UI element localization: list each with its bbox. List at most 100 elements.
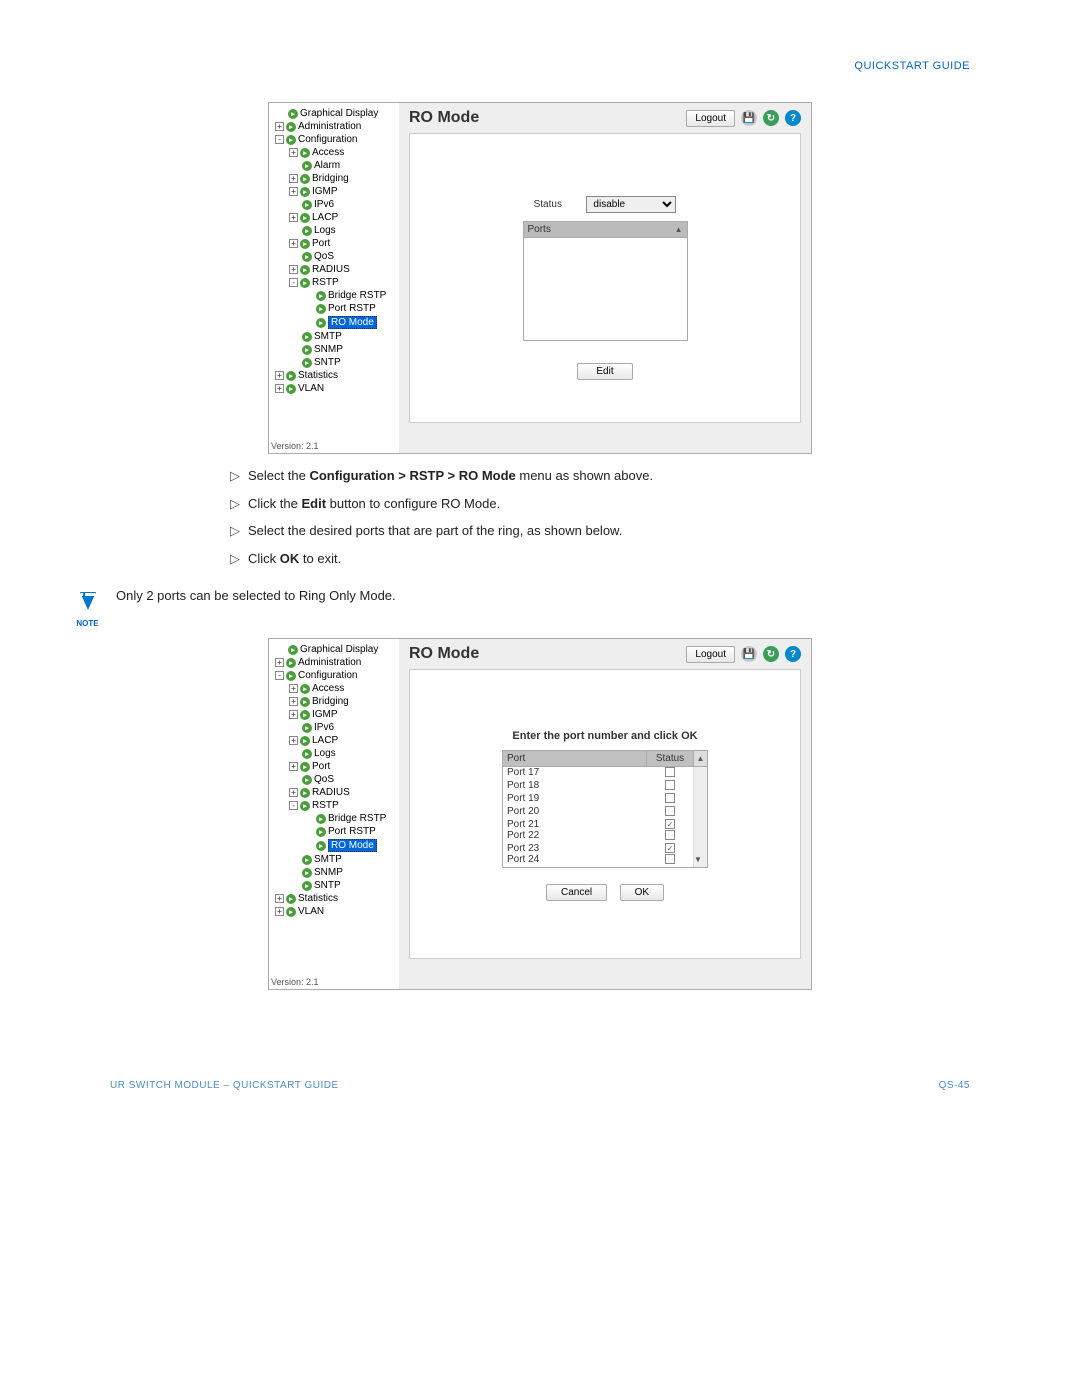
tree-expander-icon[interactable]: +: [289, 788, 298, 797]
tree-label[interactable]: Administration: [298, 657, 361, 668]
tree-item[interactable]: ▸Logs: [271, 747, 396, 760]
tree-item[interactable]: +▸Statistics: [271, 892, 396, 905]
tree-expander-icon[interactable]: +: [289, 239, 298, 248]
tree-item[interactable]: ▸Logs: [271, 224, 396, 237]
tree-item[interactable]: ▸RO Mode: [271, 315, 396, 330]
port-row[interactable]: Port 24▼: [503, 854, 707, 867]
port-checkbox[interactable]: [665, 767, 675, 777]
tree-label[interactable]: Logs: [314, 225, 336, 236]
tree-expander-icon[interactable]: +: [275, 384, 284, 393]
tree-item[interactable]: ▸Bridge RSTP: [271, 289, 396, 302]
tree-label[interactable]: Configuration: [298, 670, 357, 681]
tree-item[interactable]: +▸RADIUS: [271, 263, 396, 276]
cancel-button[interactable]: Cancel: [546, 884, 607, 901]
tree-label[interactable]: SMTP: [314, 331, 342, 342]
tree-item[interactable]: ▸Port RSTP: [271, 825, 396, 838]
tree-label[interactable]: Graphical Display: [300, 108, 378, 119]
tree-item[interactable]: ▸SNTP: [271, 879, 396, 892]
tree-expander-icon[interactable]: +: [289, 762, 298, 771]
tree-item[interactable]: ▸QoS: [271, 773, 396, 786]
port-table[interactable]: Port Status ▲ Port 17Port 18Port 19Port …: [502, 750, 708, 868]
tree-label[interactable]: Administration: [298, 121, 361, 132]
tree-label[interactable]: SNMP: [314, 867, 343, 878]
logout-button[interactable]: Logout: [686, 110, 735, 127]
tree-item[interactable]: +▸IGMP: [271, 185, 396, 198]
tree-item[interactable]: +▸Port: [271, 237, 396, 250]
tree-item[interactable]: ▸SNMP: [271, 866, 396, 879]
tree-item[interactable]: -▸RSTP: [271, 799, 396, 812]
tree-expander-icon[interactable]: +: [275, 907, 284, 916]
tree-expander-icon[interactable]: +: [289, 187, 298, 196]
scroll-down-icon[interactable]: ▼: [694, 855, 702, 864]
tree-item[interactable]: +▸Port: [271, 760, 396, 773]
tree-label[interactable]: RSTP: [312, 277, 339, 288]
port-checkbox[interactable]: [665, 830, 675, 840]
port-checkbox[interactable]: [665, 780, 675, 790]
port-checkbox[interactable]: [665, 806, 675, 816]
tree-expander-icon[interactable]: -: [289, 278, 298, 287]
tree-label[interactable]: IGMP: [312, 709, 338, 720]
tree-item[interactable]: +▸LACP: [271, 734, 396, 747]
tree-item[interactable]: ▸IPv6: [271, 198, 396, 211]
tree-item[interactable]: ▸IPv6: [271, 721, 396, 734]
save-icon[interactable]: 💾: [741, 110, 757, 126]
tree-expander-icon[interactable]: +: [275, 371, 284, 380]
tree-label[interactable]: Port RSTP: [328, 826, 376, 837]
status-select[interactable]: disable: [586, 196, 676, 213]
refresh-icon[interactable]: ↻: [763, 646, 779, 662]
tree-label[interactable]: RSTP: [312, 800, 339, 811]
port-checkbox[interactable]: [665, 854, 675, 864]
tree-label[interactable]: SNMP: [314, 344, 343, 355]
tree-label[interactable]: RO Mode: [328, 839, 377, 852]
tree-item[interactable]: ▸Graphical Display: [271, 107, 396, 120]
tree-label[interactable]: Alarm: [314, 160, 340, 171]
tree-item[interactable]: -▸RSTP: [271, 276, 396, 289]
scroll-up-icon[interactable]: ▲: [675, 225, 683, 234]
tree-expander-icon[interactable]: -: [275, 671, 284, 680]
tree-expander-icon[interactable]: +: [289, 710, 298, 719]
tree-item[interactable]: +▸Access: [271, 146, 396, 159]
tree-label[interactable]: RO Mode: [328, 316, 377, 329]
tree-expander-icon[interactable]: +: [289, 697, 298, 706]
tree-expander-icon[interactable]: -: [289, 801, 298, 810]
tree-item[interactable]: -▸Configuration: [271, 669, 396, 682]
logout-button[interactable]: Logout: [686, 646, 735, 663]
edit-button[interactable]: Edit: [577, 363, 632, 380]
tree-item[interactable]: ▸SNTP: [271, 356, 396, 369]
tree-item[interactable]: +▸Administration: [271, 656, 396, 669]
tree-expander-icon[interactable]: -: [275, 135, 284, 144]
port-row[interactable]: Port 22: [503, 830, 707, 843]
tree-item[interactable]: +▸Statistics: [271, 369, 396, 382]
tree-label[interactable]: Bridge RSTP: [328, 813, 386, 824]
tree-expander-icon[interactable]: +: [289, 213, 298, 222]
tree-label[interactable]: IPv6: [314, 722, 334, 733]
ports-listbox[interactable]: Ports ▲: [523, 221, 688, 341]
tree-expander-icon[interactable]: +: [289, 684, 298, 693]
tree-item[interactable]: +▸VLAN: [271, 382, 396, 395]
tree-expander-icon[interactable]: +: [275, 658, 284, 667]
tree-label[interactable]: Statistics: [298, 893, 338, 904]
port-checkbox[interactable]: [665, 793, 675, 803]
tree-item[interactable]: +▸RADIUS: [271, 786, 396, 799]
tree-item[interactable]: ▸SMTP: [271, 853, 396, 866]
tree-label[interactable]: Graphical Display: [300, 644, 378, 655]
port-checkbox[interactable]: ✓: [665, 843, 675, 853]
tree-item[interactable]: ▸SMTP: [271, 330, 396, 343]
tree-item[interactable]: +▸LACP: [271, 211, 396, 224]
tree-label[interactable]: Access: [312, 683, 344, 694]
scroll-up-icon[interactable]: ▲: [697, 754, 705, 763]
tree-item[interactable]: ▸Graphical Display: [271, 643, 396, 656]
tree-label[interactable]: Statistics: [298, 370, 338, 381]
tree-label[interactable]: Bridge RSTP: [328, 290, 386, 301]
tree-label[interactable]: SNTP: [314, 880, 341, 891]
tree-item[interactable]: ▸SNMP: [271, 343, 396, 356]
tree-item[interactable]: ▸Alarm: [271, 159, 396, 172]
tree-expander-icon[interactable]: +: [275, 894, 284, 903]
tree-label[interactable]: RADIUS: [312, 264, 350, 275]
help-icon[interactable]: ?: [785, 110, 801, 126]
tree-label[interactable]: QoS: [314, 251, 334, 262]
tree-item[interactable]: ▸RO Mode: [271, 838, 396, 853]
tree-label[interactable]: SMTP: [314, 854, 342, 865]
tree-label[interactable]: QoS: [314, 774, 334, 785]
ok-button[interactable]: OK: [620, 884, 664, 901]
